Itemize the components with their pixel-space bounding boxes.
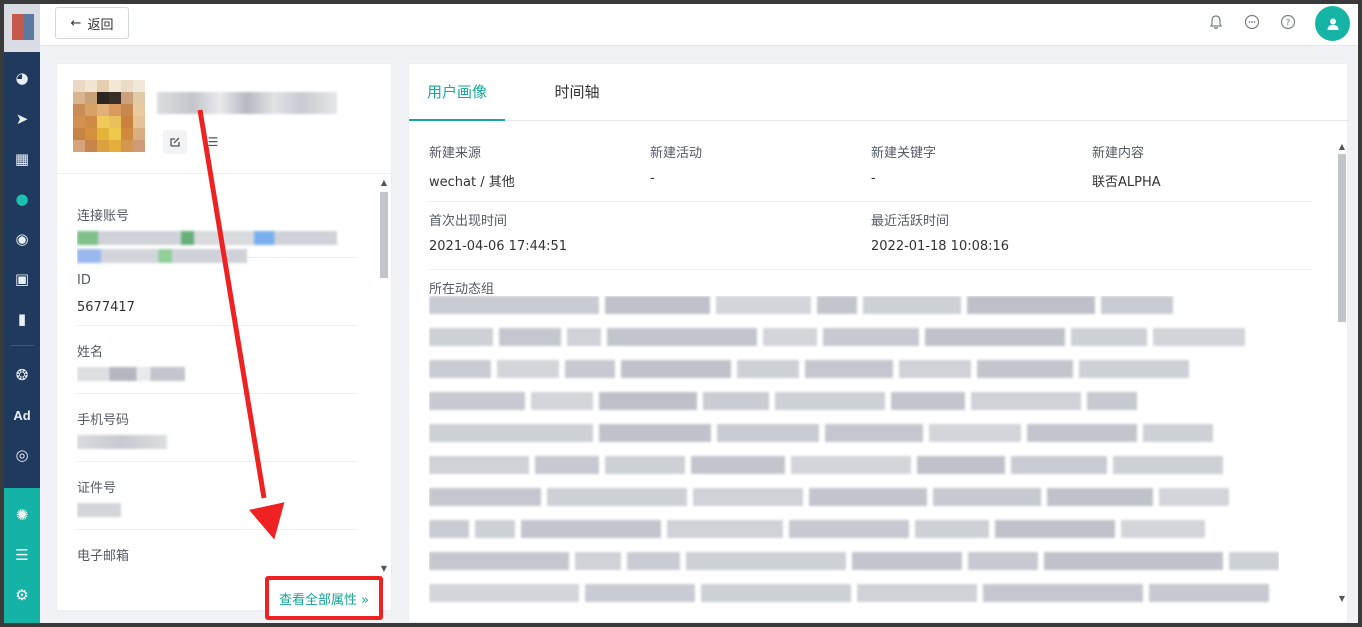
bell-icon[interactable] (1207, 13, 1225, 31)
info-cell-campaign: 新建活动 - (650, 142, 702, 186)
profile-header: ☰ (57, 64, 393, 174)
detail-scrollbar[interactable]: ▲ ▼ (1335, 140, 1349, 608)
edit-icon (170, 137, 180, 147)
dashboard-icon[interactable]: ◕ (4, 63, 40, 93)
list-button[interactable]: ☰ (201, 130, 225, 154)
info-cell-last-active: 最近活跃时间 2022-01-18 10:08:16 (871, 210, 1009, 254)
scroll-up-icon[interactable]: ▲ (1337, 142, 1347, 151)
field-phone: 手机号码 (77, 394, 357, 462)
tab-user-portrait[interactable]: 用户画像 (409, 81, 505, 121)
list-icon: ☰ (207, 135, 219, 149)
phone-redacted (77, 435, 167, 449)
info-grid: 新建来源 wechat / 其他 新建活动 - 新建关键字 - 新建内容 联否A… (429, 134, 1313, 270)
field-name: 姓名 (77, 326, 357, 394)
info-value: - (650, 171, 655, 186)
field-id-number: 证件号 (77, 462, 357, 530)
field-value: 5677417 (77, 300, 135, 315)
info-value: wechat / 其他 (429, 175, 515, 190)
field-label: 电子邮箱 (77, 549, 130, 564)
field-label: 连接账号 (77, 209, 130, 224)
scroll-down-icon[interactable]: ▼ (1337, 594, 1347, 603)
sidebar-bottom-group: ✺ ☰ ⚙ (4, 488, 40, 623)
sidebar: ◕ ➤ ▦ ● ◉ ▣ ▮ ❂ Ad ◎ ✺ ☰ ⚙ (4, 4, 40, 623)
profile-scrollbar[interactable]: ▲ ▼ (377, 176, 391, 578)
tab-bar: 用户画像 时间轴 (409, 64, 1349, 121)
network-icon[interactable]: ✺ (4, 500, 40, 530)
info-label: 首次出现时间 (429, 214, 508, 229)
info-cell-content: 新建内容 联否ALPHA (1092, 142, 1161, 190)
field-label: 姓名 (77, 345, 104, 360)
top-bar: ← 返回 ? (40, 4, 1358, 46)
info-row: 首次出现时间 2021-04-06 17:44:51 最近活跃时间 2022-0… (429, 202, 1313, 270)
info-label: 最近活跃时间 (871, 214, 950, 229)
scroll-thumb[interactable] (1338, 154, 1346, 322)
bookmark-user-icon[interactable]: ▣ (4, 264, 40, 294)
chat-icon[interactable] (1243, 13, 1261, 31)
info-cell-source: 新建来源 wechat / 其他 (429, 142, 515, 190)
help-icon[interactable]: ? (1279, 13, 1297, 31)
field-id: ID 5677417 (77, 258, 357, 326)
wechat-icon[interactable]: ❂ (4, 360, 40, 390)
scroll-up-icon[interactable]: ▲ (379, 178, 389, 187)
bar-chart-icon[interactable]: ▮ (4, 304, 40, 334)
info-row: 新建来源 wechat / 其他 新建活动 - 新建关键字 - 新建内容 联否A… (429, 134, 1313, 202)
scroll-thumb[interactable] (380, 192, 388, 278)
app-window: ◕ ➤ ▦ ● ◉ ▣ ▮ ❂ Ad ◎ ✺ ☰ ⚙ ← 返回 ? ☰ 连接账号… (4, 4, 1358, 623)
arrow-left-icon: ← (70, 15, 82, 31)
account-redacted (77, 231, 337, 245)
layout-icon[interactable]: ▦ (4, 144, 40, 174)
profile-fields: 连接账号 ID 5677417 姓名 手机号码 证件号 电子邮箱 (77, 190, 357, 590)
scroll-down-icon[interactable]: ▼ (379, 564, 389, 573)
view-all-label: 查看全部属性 » (278, 592, 370, 608)
info-cell-first-seen: 首次出现时间 2021-04-06 17:44:51 (429, 210, 567, 254)
user-icon[interactable]: ● (4, 184, 40, 214)
users-icon[interactable]: ◉ (4, 224, 40, 254)
field-connected-account: 连接账号 (77, 190, 357, 263)
info-value: 2021-04-06 17:44:51 (429, 239, 568, 254)
info-cell-keyword: 新建关键字 - (871, 142, 936, 186)
dynamic-groups-redacted (429, 296, 1279, 623)
id-number-redacted (77, 503, 121, 517)
app-logo (4, 4, 40, 52)
profile-panel: ☰ 连接账号 ID 5677417 姓名 手机号码 证件号 电子邮箱 ▲ ▼ 查… (56, 63, 393, 620)
name-value-redacted (77, 367, 185, 381)
field-label: ID (77, 273, 91, 288)
info-value: - (871, 171, 876, 186)
info-value: 2022-01-18 10:08:16 (871, 239, 1010, 254)
target-icon[interactable]: ◎ (4, 440, 40, 470)
info-label: 新建内容 (1092, 146, 1145, 161)
back-button[interactable]: ← 返回 (55, 7, 129, 39)
svg-text:?: ? (1286, 19, 1291, 29)
info-label: 新建活动 (650, 146, 703, 161)
view-all-attributes-button[interactable]: 查看全部属性 » (265, 576, 383, 620)
info-value: 联否ALPHA (1092, 175, 1161, 190)
server-icon[interactable]: ☰ (4, 540, 40, 570)
detail-panel: 用户画像 时间轴 新建来源 wechat / 其他 新建活动 - 新建关键字 -… (408, 63, 1349, 623)
tab-timeline[interactable]: 时间轴 (529, 81, 625, 121)
ad-icon[interactable]: Ad (4, 400, 40, 430)
dynamic-group-label: 所在动态组 (429, 282, 495, 297)
send-icon[interactable]: ➤ (4, 104, 40, 134)
info-label: 新建来源 (429, 146, 482, 161)
info-label: 新建关键字 (871, 146, 937, 161)
user-avatar-icon[interactable] (1315, 6, 1350, 41)
avatar (73, 80, 145, 152)
back-label: 返回 (87, 17, 114, 33)
name-redacted (157, 92, 337, 114)
field-label: 证件号 (77, 481, 117, 496)
settings-icon[interactable]: ⚙ (4, 580, 40, 610)
field-label: 手机号码 (77, 413, 130, 428)
edit-button[interactable] (163, 130, 187, 154)
